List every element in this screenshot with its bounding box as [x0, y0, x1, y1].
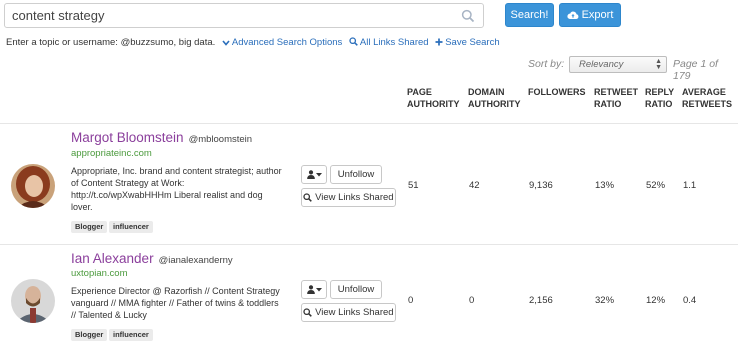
search-input[interactable]: content strategy [4, 3, 484, 28]
advanced-search-label: Advanced Search Options [231, 37, 343, 48]
search-icon[interactable] [461, 9, 475, 23]
col-domain-authority-line2: AUTHORITY [468, 99, 521, 109]
average-retweets-value: 1.1 [683, 180, 697, 191]
col-followers-line1: FOLLOWERS [528, 87, 586, 97]
col-reply-ratio-line1: REPLY [645, 87, 675, 97]
unfollow-button[interactable]: Unfollow [330, 280, 382, 299]
export-button[interactable]: Export [559, 3, 621, 27]
retweet-ratio-value: 32% [595, 295, 615, 306]
caret-down-icon [315, 288, 322, 292]
plus-icon [435, 38, 443, 46]
search-icon [303, 308, 313, 317]
page-authority-value: 0 [408, 295, 414, 306]
influencer-bio: Appropriate, Inc. brand and content stra… [71, 166, 282, 212]
influencer-handle[interactable]: @mbloomstein [189, 134, 253, 145]
page-indicator: Page 1 of 179 [673, 58, 718, 82]
all-links-shared-label: All Links Shared [359, 37, 429, 48]
user-icon [306, 285, 315, 294]
header-divider [0, 123, 738, 124]
save-search-label: Save Search [445, 37, 500, 48]
avatar[interactable] [11, 164, 55, 208]
sort-select-value: Relevancy [579, 59, 624, 70]
tag-badge[interactable]: Blogger [71, 221, 108, 233]
sort-select[interactable]: Relevancy ▲ ▼ [569, 56, 667, 73]
col-retweet-ratio-line1: RETWEET [594, 87, 638, 97]
tag-badge[interactable]: influencer [109, 329, 153, 341]
unfollow-button[interactable]: Unfollow [330, 165, 382, 184]
row-divider [0, 244, 738, 245]
col-domain-authority-line1: DOMAIN [468, 87, 505, 97]
chevron-down-icon [222, 40, 230, 46]
user-icon [306, 170, 315, 179]
col-reply-ratio[interactable]: REPLY RATIO [645, 86, 674, 110]
influencer-bio: Experience Director @ Razorfish // Conte… [71, 286, 280, 320]
tag-badge[interactable]: Blogger [71, 329, 108, 341]
reply-ratio-value: 52% [646, 180, 666, 191]
sort-by-label: Sort by: [528, 58, 565, 70]
search-button[interactable]: Search! [505, 3, 554, 27]
influencer-handle[interactable]: @ianalexanderny [159, 255, 233, 266]
select-arrows-icon: ▲ ▼ [655, 58, 662, 71]
influencer-name[interactable]: Ian Alexander @ianalexanderny [71, 251, 233, 266]
search-hint-row: Enter a topic or username: @buzzsumo, bi… [6, 37, 500, 48]
influencer-name-text: Margot Bloomstein [71, 130, 184, 145]
col-reply-ratio-line2: RATIO [645, 99, 673, 109]
avatar[interactable] [11, 279, 55, 323]
followers-value: 2,156 [529, 295, 553, 306]
col-page-authority-line2: AUTHORITY [407, 99, 460, 109]
search-icon [349, 37, 358, 46]
advanced-search-link[interactable]: Advanced Search Options [222, 37, 345, 48]
search-icon [303, 193, 313, 202]
influencer-site[interactable]: uxtopian.com [71, 268, 128, 279]
influencer-name[interactable]: Margot Bloomstein @mbloomstein [71, 130, 252, 145]
col-followers[interactable]: FOLLOWERS [528, 86, 586, 98]
view-links-shared-label: View Links Shared [315, 307, 394, 318]
col-average-retweets-line2: RETWEETS [682, 99, 733, 109]
domain-authority-value: 42 [469, 180, 480, 191]
all-links-shared-link[interactable]: All Links Shared [349, 37, 431, 48]
col-page-authority-line1: PAGE [407, 87, 432, 97]
export-label: Export [581, 9, 614, 21]
reply-ratio-value: 12% [646, 295, 666, 306]
cloud-upload-icon [566, 11, 579, 19]
domain-authority-value: 0 [469, 295, 475, 306]
user-menu-button[interactable] [301, 165, 327, 184]
tag-badge[interactable]: influencer [109, 221, 153, 233]
col-retweet-ratio-line2: RATIO [594, 99, 622, 109]
col-retweet-ratio[interactable]: RETWEET RATIO [594, 86, 638, 110]
col-domain-authority[interactable]: DOMAIN AUTHORITY [468, 86, 521, 110]
retweet-ratio-value: 13% [595, 180, 615, 191]
save-search-link[interactable]: Save Search [435, 37, 500, 48]
user-menu-button[interactable] [301, 280, 327, 299]
view-links-shared-button[interactable]: View Links Shared [301, 303, 396, 322]
influencer-name-text: Ian Alexander [71, 251, 154, 266]
followers-value: 9,136 [529, 180, 553, 191]
average-retweets-value: 0.4 [683, 295, 697, 306]
influencer-site[interactable]: appropriateinc.com [71, 148, 152, 159]
page-authority-value: 51 [408, 180, 419, 191]
caret-down-icon [315, 173, 322, 177]
col-average-retweets-line1: AVERAGE [682, 87, 726, 97]
view-links-shared-label: View Links Shared [315, 192, 394, 203]
col-page-authority[interactable]: PAGE AUTHORITY [407, 86, 460, 110]
view-links-shared-button[interactable]: View Links Shared [301, 188, 396, 207]
search-input-value: content strategy [12, 8, 105, 23]
col-average-retweets[interactable]: AVERAGE RETWEETS [682, 86, 732, 110]
search-hint-text: Enter a topic or username: @buzzsumo, bi… [6, 37, 216, 48]
